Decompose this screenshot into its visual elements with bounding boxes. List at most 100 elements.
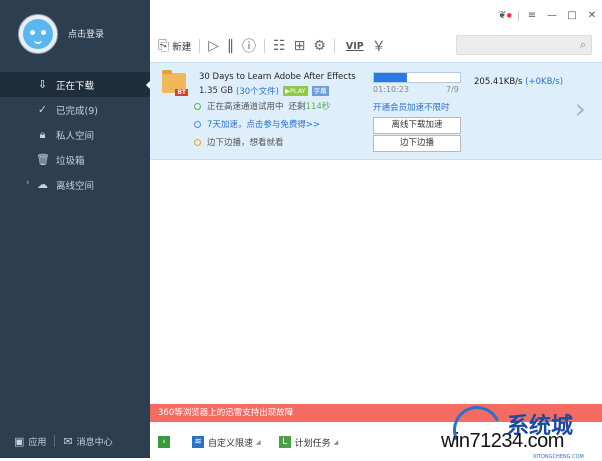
minimize-icon[interactable]: — <box>542 8 562 24</box>
check-circle-icon: ✓ <box>37 103 48 116</box>
offline-space-icon: ☁︎ <box>37 178 48 191</box>
lock-icon: 🔒︎ <box>39 128 46 141</box>
pause-icon: ‖ <box>227 38 234 54</box>
schedule-icon: L <box>278 436 291 448</box>
maximize-icon[interactable]: □ <box>562 8 582 24</box>
divider <box>518 11 519 21</box>
play-badge[interactable]: ▶PLAY <box>283 86 308 96</box>
progress-percent: 38.8% <box>406 73 429 81</box>
new-task-label: 新建 <box>172 42 192 53</box>
file-progress-count: 7/9 <box>446 85 459 94</box>
speed-value: 205.41KB/s <box>474 77 523 87</box>
download-task-row[interactable]: BT 30 Days to Learn Adobe After Effects … <box>150 62 602 160</box>
task-size: 1.35 GB (30个文件) ▶PLAY 字幕 <box>199 85 329 97</box>
stream-hint: 边下边播，想看就看 <box>194 136 284 148</box>
trial-remaining-label: 还剩 <box>288 102 306 112</box>
avatar[interactable] <box>18 14 58 54</box>
search-input[interactable]: ⌕ <box>456 35 592 55</box>
grid-view-button[interactable]: ⊞ <box>294 36 306 56</box>
menu-icon[interactable]: ≡ <box>522 8 542 24</box>
thunder-app-window: 点击登录 ⇩ 正在下载 ✓ 已完成(9) 🔒︎ 私人空间 🗑︎ 垃圾箱 › ☁︎ <box>0 0 602 461</box>
sidebar-item-trash[interactable]: 🗑︎ 垃圾箱 <box>0 147 150 172</box>
stream-play-button[interactable]: 边下边播 <box>373 135 461 152</box>
settings-button[interactable]: ⚙ <box>313 36 326 56</box>
watermark: 系统城 win71234.com XITONGCHENG.COM <box>435 399 602 461</box>
elapsed-time: 01:10:23 <box>373 85 409 94</box>
login-link[interactable]: 点击登录 <box>68 27 104 40</box>
task-file-count[interactable]: (30个文件) <box>236 85 279 97</box>
window-controls: ❦● ≡ — □ ✕ <box>495 8 602 24</box>
chevron-left-icon: ‹ <box>158 436 170 448</box>
promo-link[interactable]: 7天加速，点击参与免费得>> <box>194 118 320 130</box>
sidebar-nav: ⇩ 正在下载 ✓ 已完成(9) 🔒︎ 私人空间 🗑︎ 垃圾箱 › ☁︎ 离线空间 <box>0 72 151 197</box>
pause-button[interactable]: ‖ <box>227 36 234 56</box>
play-icon: ▷ <box>208 38 219 54</box>
schedule-button[interactable]: L 计划任务 ◢ <box>278 436 339 449</box>
speed-limit-icon: ≋ <box>192 436 204 448</box>
apps-button[interactable]: ▣ 应用 <box>14 435 46 448</box>
watermark-small: XITONGCHENG.COM <box>533 454 584 460</box>
gear-icon: ⚙ <box>313 38 326 54</box>
sidebar-item-completed[interactable]: ✓ 已完成(9) <box>0 97 150 122</box>
close-icon[interactable]: ✕ <box>582 8 602 24</box>
schedule-label: 计划任务 <box>294 438 331 449</box>
divider <box>333 39 335 53</box>
sidebar: 点击登录 ⇩ 正在下载 ✓ 已完成(9) 🔒︎ 私人空间 🗑︎ 垃圾箱 › ☁︎ <box>0 0 151 458</box>
vip-label: VIP <box>345 40 364 52</box>
trial-status: 正在高速通道试用中 还剩 114秒 <box>194 100 330 112</box>
sort-icon: ☷ <box>273 38 286 54</box>
sidebar-item-label: 垃圾箱 <box>56 155 85 167</box>
sort-button[interactable]: ☷ <box>273 36 286 56</box>
divider <box>54 435 56 447</box>
apps-label: 应用 <box>28 437 47 448</box>
sidebar-item-label: 私人空间 <box>56 130 95 142</box>
progress-bar: 38.8% <box>373 72 461 83</box>
offline-accelerate-button[interactable]: 离线下载加速 <box>373 117 461 134</box>
trial-remaining-value: 114秒 <box>305 102 331 112</box>
vip-button[interactable]: VIP <box>343 36 364 56</box>
download-speed: 205.41KB/s (+0KB/s) <box>474 77 563 87</box>
info-icon: ⓘ <box>242 39 256 55</box>
caret-icon: ◢ <box>333 438 339 446</box>
status-dot-icon <box>194 102 201 110</box>
skin-icon[interactable]: ❦● <box>495 8 515 24</box>
subtitle-badge[interactable]: 字幕 <box>311 86 329 96</box>
sidebar-item-offline-space[interactable]: › ☁︎ 离线空间 <box>0 172 150 197</box>
speed-extra: (+0KB/s) <box>525 77 564 87</box>
sidebar-item-downloading[interactable]: ⇩ 正在下载 <box>0 72 151 97</box>
progress-fill <box>374 73 408 82</box>
coin-icon: ￥ <box>371 39 386 55</box>
trial-text: 正在高速通道试用中 <box>207 102 284 112</box>
promo-text: 7天加速，点击参与免费得>> <box>207 120 321 130</box>
sidebar-item-label: 正在下载 <box>56 80 95 92</box>
vip-upgrade-link[interactable]: 开通会员加速不限时 <box>373 101 450 113</box>
stream-hint-text: 边下边播，想看就看 <box>207 138 284 148</box>
collapse-button[interactable]: ‹ <box>158 436 174 448</box>
new-task-button[interactable]: ⎘ 新建 <box>158 36 191 56</box>
start-button[interactable]: ▷ <box>208 36 219 56</box>
chevron-right-icon[interactable]: › <box>575 95 586 123</box>
new-task-icon: ⎘ <box>158 38 170 54</box>
grid-icon: ⊞ <box>293 38 306 54</box>
toolbar: ⎘ 新建 ▷ ‖ ⓘ ☷ ⊞ ⚙ VIP ￥ ⌕ <box>150 34 602 58</box>
message-center-button[interactable]: ✉︎ 消息中心 <box>63 435 112 448</box>
info-button[interactable]: ⓘ <box>242 36 256 56</box>
folder-icon: BT <box>162 70 188 96</box>
caret-icon: ◢ <box>256 438 261 446</box>
sidebar-footer: ▣ 应用 ✉︎ 消息中心 <box>0 424 150 458</box>
status-dot-icon <box>194 138 201 146</box>
task-size-value: 1.35 GB <box>199 86 234 96</box>
custom-speed-button[interactable]: ≋ 自定义限速 ◢ <box>192 436 261 449</box>
status-dot-icon <box>194 120 201 128</box>
main-panel: ❦● ≡ — □ ✕ ⎘ 新建 ▷ ‖ ⓘ ☷ ⊞ ⚙ VIP ￥ ⌕ BT 3… <box>150 0 602 458</box>
task-title: 30 Days to Learn Adobe After Effects <box>199 72 356 82</box>
sidebar-item-label: 已完成(9) <box>56 105 98 117</box>
divider <box>264 39 265 53</box>
money-button[interactable]: ￥ <box>372 36 386 56</box>
download-arrow-icon: ⇩ <box>37 78 48 91</box>
sidebar-item-label: 离线空间 <box>56 180 95 192</box>
chevron-right-icon[interactable]: › <box>26 178 30 188</box>
trash-icon: 🗑︎ <box>36 153 50 166</box>
sidebar-item-private-space[interactable]: 🔒︎ 私人空间 <box>0 122 150 147</box>
avatar-face-icon <box>23 19 53 49</box>
